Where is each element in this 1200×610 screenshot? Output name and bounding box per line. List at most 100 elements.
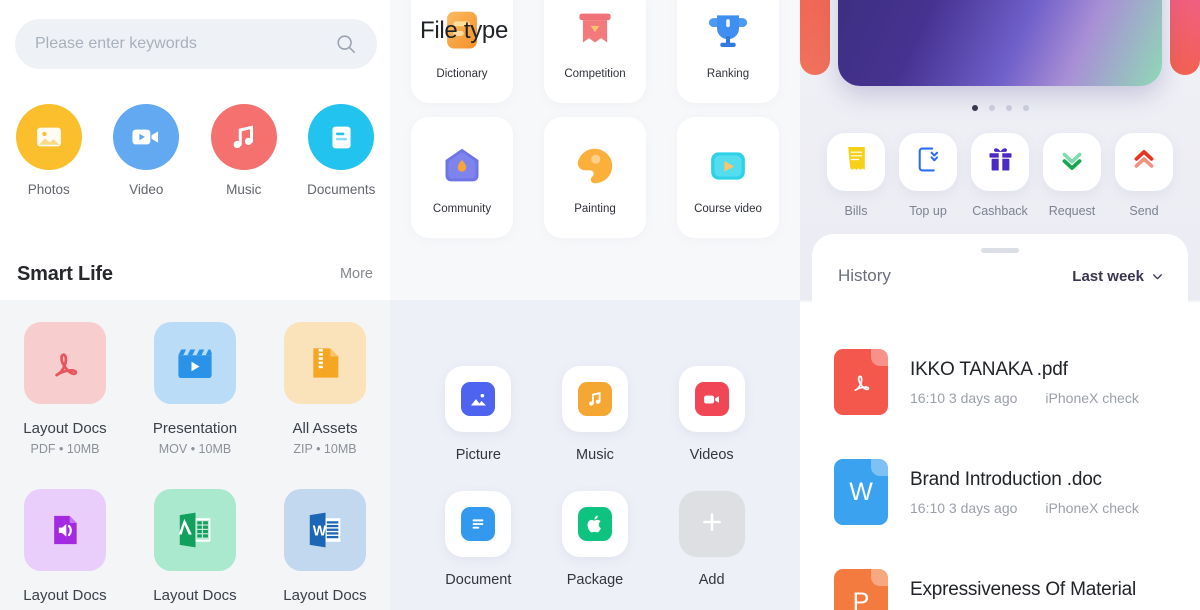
action-label: Top up (909, 204, 947, 218)
app-ranking[interactable]: Ranking (677, 0, 779, 103)
category-label: Video (129, 182, 164, 197)
apps-panel-top: Dictionary Competition Ranking Community… (390, 0, 800, 300)
app-painting[interactable]: Painting (544, 117, 646, 238)
category-label: Music (226, 182, 262, 197)
page-title: Smart Life (17, 262, 113, 285)
send-tile[interactable] (1115, 133, 1173, 191)
history-header: History Last week (838, 266, 1164, 286)
cashback-tile[interactable] (971, 133, 1029, 191)
excel-icon[interactable] (154, 489, 236, 571)
app-community[interactable]: Community (411, 117, 513, 238)
music-tile[interactable] (561, 366, 628, 432)
action-bills[interactable]: Bills (820, 133, 892, 218)
filetype-picture[interactable]: Picture (420, 366, 537, 463)
request-tile[interactable] (1043, 133, 1101, 191)
search-input[interactable]: Please enter keywords (35, 35, 335, 53)
category-music[interactable]: Music (195, 104, 293, 197)
filetype-videos[interactable]: Videos (653, 366, 770, 463)
doc-time: 16:10 3 days ago (910, 389, 1018, 406)
document-tile[interactable] (445, 491, 512, 557)
category-photos[interactable]: Photos (0, 104, 98, 197)
action-request[interactable]: Request (1036, 133, 1108, 218)
doc-list: IKKO TANAKA .pdf 16:10 3 days ago iPhone… (800, 327, 1200, 610)
history-filter-label: Last week (1072, 267, 1144, 285)
file-card[interactable]: Layout Docs (0, 489, 130, 609)
document-icon[interactable] (308, 104, 375, 170)
gift-icon (987, 147, 1014, 177)
app-competition[interactable]: Competition (544, 0, 646, 103)
doc-device: iPhoneX check (1045, 389, 1139, 406)
carousel-dot[interactable] (1005, 105, 1012, 111)
filetype-music[interactable]: Music (537, 366, 654, 463)
bills-tile[interactable] (827, 133, 885, 191)
svg-text:W: W (313, 523, 327, 539)
action-label: Cashback (972, 204, 1028, 218)
file-card[interactable]: Layout Docs (130, 489, 260, 609)
carousel-dot[interactable] (971, 105, 978, 111)
file-name: Presentation (152, 420, 238, 437)
filetype-add[interactable]: Add (653, 491, 770, 588)
file-name: Layout Docs (153, 587, 237, 604)
app-course-video[interactable]: Course video (677, 117, 779, 238)
file-name: All Assets (292, 420, 358, 437)
word-icon[interactable]: W (284, 489, 366, 571)
pdf-icon[interactable] (24, 322, 106, 404)
search-bar[interactable]: Please enter keywords (15, 19, 377, 69)
movie-icon[interactable] (154, 322, 236, 404)
file-type-section: Picture Music Videos Document Package Ad… (390, 300, 800, 610)
wallet-top: $4,752.2 01/24 Bills (800, 0, 1200, 304)
package-tile[interactable] (561, 491, 628, 557)
play-icon (703, 141, 753, 191)
music-icon[interactable] (210, 104, 277, 170)
banner-icon (570, 6, 620, 56)
credit-card[interactable]: $4,752.2 01/24 (838, 0, 1162, 86)
videos-tile[interactable] (678, 366, 745, 432)
action-label: Request (1048, 204, 1096, 218)
carousel-dots[interactable] (800, 105, 1200, 111)
card-prev[interactable] (800, 0, 830, 75)
video-icon[interactable] (113, 104, 180, 170)
action-send[interactable]: Send (1108, 133, 1180, 218)
zip-icon[interactable] (284, 322, 366, 404)
category-video[interactable]: Video (98, 104, 196, 197)
app-dictionary[interactable]: Dictionary (411, 0, 513, 103)
list-item[interactable]: P Expressiveness Of Material 16:10 3 day… (800, 547, 1200, 610)
file-meta: PDF • 10MB (30, 442, 100, 456)
chevrons-down-icon (1059, 147, 1085, 178)
card-carousel[interactable]: $4,752.2 01/24 (800, 0, 1200, 86)
filetype-document[interactable]: Document (420, 491, 537, 588)
word-doc-icon: W (834, 459, 888, 525)
carousel-dot[interactable] (988, 105, 995, 111)
picture-tile[interactable] (445, 366, 512, 432)
audio-icon[interactable] (24, 489, 106, 571)
doc-text: Expressiveness Of Material 16:10 3 days … (910, 579, 1139, 610)
more-link[interactable]: More (340, 266, 373, 282)
photo-icon[interactable] (15, 104, 82, 170)
doc-text: Brand Introduction .doc 16:10 3 days ago… (910, 469, 1139, 516)
action-top-up[interactable]: Top up (892, 133, 964, 218)
history-filter[interactable]: Last week (1072, 268, 1164, 285)
file-card[interactable]: Presentation MOV • 10MB (130, 322, 260, 456)
topup-tile[interactable] (899, 133, 957, 191)
filetype-label: Package (566, 572, 624, 588)
file-card[interactable]: W Layout Docs (260, 489, 390, 609)
search-icon[interactable] (335, 33, 357, 55)
sheet-grabber[interactable] (981, 248, 1019, 253)
trophy-icon (703, 6, 753, 56)
carousel-dot[interactable] (1022, 105, 1029, 111)
file-card[interactable]: All Assets ZIP • 10MB (260, 322, 390, 456)
list-item[interactable]: W Brand Introduction .doc 16:10 3 days a… (800, 437, 1200, 547)
filetype-package[interactable]: Package (537, 491, 654, 588)
category-label: Documents (307, 182, 376, 197)
card-next[interactable] (1170, 0, 1200, 75)
action-cashback[interactable]: Cashback (964, 133, 1036, 218)
add-tile[interactable] (678, 491, 745, 557)
file-type-title: File type (420, 17, 509, 44)
app-label: Dictionary (436, 67, 488, 80)
camera-icon (694, 382, 729, 416)
app-screen: Please enter keywords Photos Video Music… (0, 0, 1200, 610)
file-card[interactable]: Layout Docs PDF • 10MB (0, 322, 130, 456)
doc-title: Brand Introduction .doc (910, 468, 1102, 490)
list-item[interactable]: IKKO TANAKA .pdf 16:10 3 days ago iPhone… (800, 327, 1200, 437)
category-documents[interactable]: Documents (293, 104, 391, 197)
